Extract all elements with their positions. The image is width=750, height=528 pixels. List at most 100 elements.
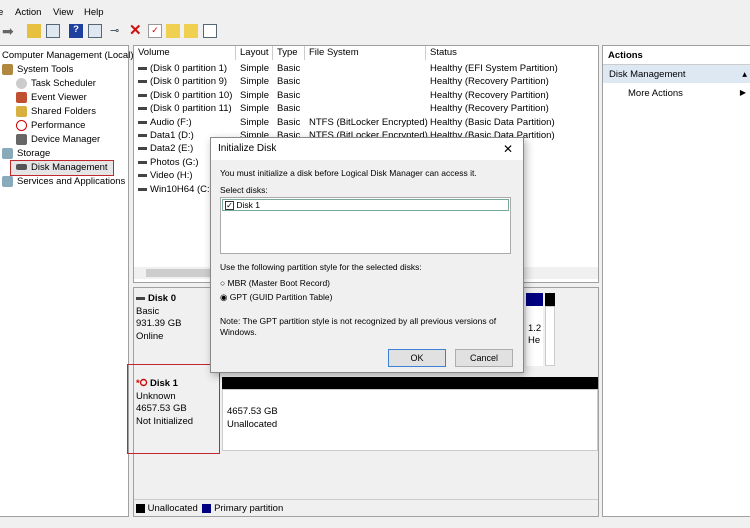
help-icon[interactable]: ? bbox=[69, 24, 83, 38]
cell: Audio (F:) bbox=[150, 116, 192, 128]
gpt-radio[interactable]: ◉ GPT (GUID Partition Table) bbox=[220, 292, 332, 303]
menu-view[interactable]: View bbox=[53, 7, 73, 18]
properties-icon[interactable]: ✓ bbox=[148, 24, 162, 38]
list-view-icon[interactable] bbox=[203, 24, 217, 38]
mbr-radio[interactable]: ○ MBR (Master Boot Record) bbox=[220, 278, 330, 288]
cell: (Disk 0 partition 9) bbox=[150, 76, 228, 88]
actions-title: Actions bbox=[608, 50, 643, 61]
tree-storage[interactable]: Storage bbox=[2, 147, 50, 160]
submenu-arrow-icon: ▶ bbox=[739, 88, 746, 97]
disk0-info[interactable]: Disk 0 Basic 931.39 GB Online bbox=[136, 293, 216, 363]
disk-checkbox[interactable]: ✓ bbox=[225, 201, 234, 211]
table-cell: Photos (G:) bbox=[138, 156, 199, 169]
cell: Simple bbox=[240, 116, 270, 128]
actions-section[interactable]: Disk Management ▴ bbox=[603, 64, 750, 83]
volume-icon bbox=[138, 160, 147, 164]
import-icon[interactable] bbox=[166, 24, 180, 38]
col-filesystem[interactable]: File System bbox=[305, 46, 426, 60]
up-folder-icon[interactable] bbox=[27, 24, 41, 38]
tree-system-tools[interactable]: System Tools bbox=[2, 63, 73, 76]
tree-task-scheduler[interactable]: Task Scheduler bbox=[16, 77, 96, 90]
ok-button[interactable]: OK bbox=[388, 349, 446, 367]
connect-icon[interactable]: ⊸ bbox=[110, 24, 124, 38]
event-icon bbox=[16, 91, 27, 103]
table-cell: Win10H64 (C:) bbox=[138, 183, 213, 196]
volume-icon bbox=[138, 107, 147, 111]
radio-selected-icon: ◉ bbox=[220, 292, 228, 302]
cell: Basic bbox=[277, 116, 301, 128]
close-icon[interactable]: ✕ bbox=[503, 138, 513, 160]
table-row[interactable]: (Disk 0 partition 1) Simple Basic Healthy (… bbox=[134, 62, 598, 75]
cell: Healthy (Recovery Partition) bbox=[430, 89, 549, 101]
shared-folder-icon bbox=[16, 105, 27, 117]
cell: Video (H:) bbox=[150, 170, 193, 182]
table-cell: Simple bbox=[240, 89, 269, 102]
tools-icon bbox=[2, 63, 13, 75]
tree-disk-management[interactable]: Disk Management bbox=[10, 160, 114, 176]
table-cell: (Disk 0 partition 11) bbox=[138, 102, 232, 115]
disk-list[interactable]: ✓ Disk 1 bbox=[220, 197, 511, 254]
disk0-partition[interactable]: 1.2 He bbox=[526, 306, 543, 366]
menu-file[interactable]: e bbox=[0, 7, 3, 18]
partition-style-label: Use the following partition style for th… bbox=[220, 262, 422, 272]
disk0-unallocated[interactable] bbox=[545, 306, 555, 366]
cancel-button[interactable]: Cancel bbox=[455, 349, 513, 367]
cell: NTFS (BitLocker Encrypted) bbox=[309, 116, 428, 128]
collapse-icon: ▴ bbox=[742, 69, 747, 80]
table-cell: Simple bbox=[240, 102, 269, 115]
cell: Basic bbox=[277, 89, 301, 101]
storage-icon bbox=[2, 147, 13, 159]
cell: Simple bbox=[240, 103, 270, 115]
table-cell: Basic bbox=[277, 102, 300, 115]
table-cell: Simple bbox=[240, 75, 269, 88]
action-pane-icon[interactable] bbox=[88, 24, 102, 38]
legend: Unallocated Primary partition bbox=[134, 499, 598, 515]
tree-root[interactable]: Computer Management (Local) bbox=[2, 49, 133, 62]
disk1-unallocated-bar bbox=[222, 377, 598, 389]
table-cell: Basic bbox=[277, 116, 300, 129]
col-type[interactable]: Type bbox=[273, 46, 305, 60]
table-cell: Healthy (EFI System Partition) bbox=[430, 62, 558, 75]
cell: Data2 (E:) bbox=[150, 143, 194, 155]
table-row[interactable]: (Disk 0 partition 11) Simple Basic Healthy … bbox=[134, 102, 598, 115]
disk0-partition-bar bbox=[526, 293, 543, 306]
col-volume[interactable]: Volume bbox=[134, 46, 236, 60]
table-cell: Data1 (D:) bbox=[138, 129, 194, 142]
tree-services[interactable]: Services and Applications bbox=[2, 175, 125, 188]
col-status[interactable]: Status bbox=[426, 46, 598, 60]
cell: Win10H64 (C:) bbox=[150, 183, 213, 195]
search-folder-icon[interactable] bbox=[184, 24, 198, 38]
table-row[interactable]: (Disk 0 partition 10) Simple Basic Healthy … bbox=[134, 89, 598, 102]
more-actions[interactable]: More Actions ▶ bbox=[628, 88, 746, 99]
table-row[interactable]: Audio (F:) Simple Basic NTFS (BitLocker Enc… bbox=[134, 116, 598, 129]
cell: Basic bbox=[277, 103, 301, 115]
tree-event-viewer[interactable]: Event Viewer bbox=[16, 91, 87, 104]
table-cell: (Disk 0 partition 1) bbox=[138, 62, 227, 75]
table-cell: (Disk 0 partition 10) bbox=[138, 89, 232, 102]
cell: Healthy (Basic Data Partition) bbox=[430, 116, 555, 128]
tree-device-manager[interactable]: Device Manager bbox=[16, 133, 100, 146]
disk1-unallocated[interactable]: 4657.53 GB Unallocated bbox=[222, 389, 598, 451]
menu-help[interactable]: Help bbox=[84, 7, 104, 18]
delete-icon[interactable]: ✕ bbox=[129, 23, 143, 38]
forward-icon[interactable]: ➡ bbox=[2, 24, 16, 38]
tree-shared-folders[interactable]: Shared Folders bbox=[16, 105, 96, 118]
initialize-disk-dialog: Initialize Disk ✕ You must initialize a … bbox=[210, 137, 524, 373]
legend-unallocated-swatch bbox=[136, 503, 145, 513]
legend-primary-swatch bbox=[202, 503, 212, 513]
table-cell: Healthy (Recovery Partition) bbox=[430, 75, 549, 88]
disk-list-item[interactable]: ✓ Disk 1 bbox=[222, 199, 509, 211]
cell: Photos (G:) bbox=[150, 156, 199, 168]
disk-icon bbox=[16, 164, 27, 171]
disk1-info[interactable]: *⭘ Disk 1 Unknown 4657.53 GB Not Initial… bbox=[136, 378, 216, 428]
navigation-tree: Computer Management (Local) System Tools… bbox=[0, 45, 133, 517]
menu-action[interactable]: Action bbox=[15, 7, 41, 18]
clock-icon bbox=[16, 77, 27, 89]
show-hide-tree-icon[interactable] bbox=[46, 24, 60, 38]
col-layout[interactable]: Layout bbox=[236, 46, 273, 60]
volume-icon bbox=[138, 187, 147, 191]
tree-performance[interactable]: Performance bbox=[16, 119, 85, 132]
table-cell: Data2 (E:) bbox=[138, 142, 193, 155]
dialog-title-bar: Initialize Disk ✕ bbox=[211, 138, 523, 160]
table-row[interactable]: (Disk 0 partition 9) Simple Basic Healthy (… bbox=[134, 75, 598, 88]
